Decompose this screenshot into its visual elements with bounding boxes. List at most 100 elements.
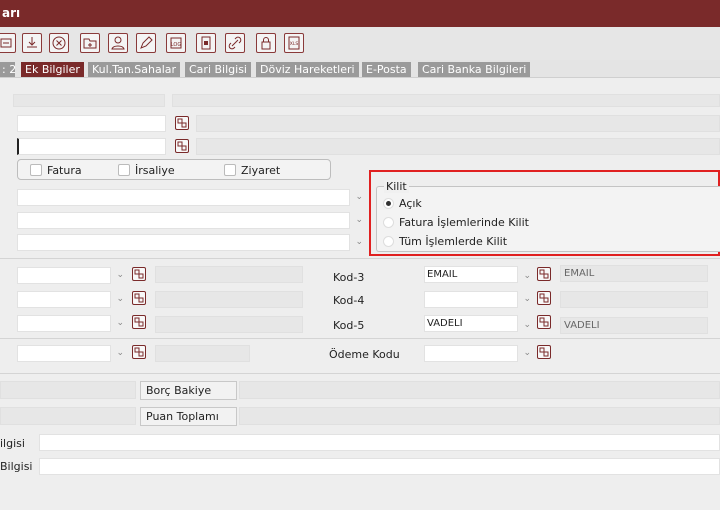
kod-2b-description xyxy=(155,316,303,333)
tab-prev[interactable]: : 2 xyxy=(0,62,16,77)
separator xyxy=(0,373,720,374)
kod-3-dropdown[interactable]: EMAIL ⌄ xyxy=(424,266,531,283)
tab-e-posta[interactable]: E-Posta xyxy=(362,62,411,77)
lookup-icon[interactable] xyxy=(537,315,551,329)
ziyaret-label: Ziyaret xyxy=(241,164,281,177)
toolbar: LOG XLS xyxy=(0,27,720,60)
left-payment-description xyxy=(155,345,250,362)
acik-radio[interactable] xyxy=(383,198,394,209)
chevron-down-icon: ⌄ xyxy=(355,192,363,202)
balance-left-field xyxy=(0,381,136,399)
irsaliye-label: İrsaliye xyxy=(135,164,175,177)
svg-text:LOG: LOG xyxy=(171,42,182,48)
irsaliye-checkbox[interactable] xyxy=(118,164,130,176)
kod-3-label: Kod-3 xyxy=(333,271,365,284)
kod-5-value: VADELI xyxy=(427,318,463,329)
lookup-icon[interactable] xyxy=(175,139,189,153)
chevron-down-icon: ⌄ xyxy=(523,271,531,281)
xls-icon[interactable]: XLS xyxy=(284,33,304,53)
fatura-kilit-label: Fatura İşlemlerinde Kilit xyxy=(399,216,529,229)
lookup-icon[interactable] xyxy=(175,116,189,130)
description-field-2 xyxy=(196,138,720,155)
lookup-icon[interactable] xyxy=(132,315,146,329)
separator xyxy=(0,258,720,259)
description-field-1 xyxy=(196,115,720,132)
fatura-checkbox[interactable] xyxy=(30,164,42,176)
lock-icon[interactable] xyxy=(256,33,276,53)
chevron-down-icon: ⌄ xyxy=(523,348,531,358)
chevron-down-icon: ⌄ xyxy=(116,318,124,328)
ziyaret-checkbox[interactable] xyxy=(224,164,236,176)
tum-kilit-radio[interactable] xyxy=(383,236,394,247)
kod-2-description xyxy=(155,291,303,308)
dropdown-2[interactable]: ⌄ xyxy=(17,212,363,229)
tum-kilit-label: Tüm İşlemlerde Kilit xyxy=(399,235,508,248)
dropdown-3[interactable]: ⌄ xyxy=(17,234,363,251)
chevron-down-icon: ⌄ xyxy=(523,320,531,330)
info-row-2-field[interactable] xyxy=(39,458,720,475)
edit-icon[interactable] xyxy=(136,33,156,53)
tab-doviz-hareketleri[interactable]: Döviz Hareketleri xyxy=(256,62,359,77)
lookup-icon[interactable] xyxy=(537,267,551,281)
chevron-down-icon: ⌄ xyxy=(523,294,531,304)
lookup-icon[interactable] xyxy=(132,345,146,359)
log-icon[interactable]: LOG xyxy=(166,33,186,53)
kod-5-description: VADELI xyxy=(560,317,708,334)
tab-bar: : 2 Ek Bilgiler Kul.Tan.Sahalar Cari Bil… xyxy=(0,60,720,78)
download-icon[interactable] xyxy=(22,33,42,53)
kilit-title: Kilit xyxy=(384,180,409,193)
points-left-field xyxy=(0,407,136,425)
info-row-2-label: Bilgisi xyxy=(0,460,33,473)
chevron-down-icon: ⌄ xyxy=(355,215,363,225)
lookup-icon[interactable] xyxy=(537,291,551,305)
document-type-group: Fatura İrsaliye Ziyaret xyxy=(17,159,331,180)
acik-label: Açık xyxy=(399,197,422,210)
readonly-field-wide xyxy=(172,94,720,107)
chevron-down-icon: ⌄ xyxy=(355,237,363,247)
borc-bakiye-value xyxy=(239,381,720,399)
puan-toplami-button[interactable]: Puan Toplamı xyxy=(140,407,237,426)
tab-cari-bilgisi[interactable]: Cari Bilgisi xyxy=(185,62,251,77)
list-icon[interactable] xyxy=(0,33,16,53)
chevron-down-icon: ⌄ xyxy=(116,270,124,280)
text-field-1[interactable] xyxy=(17,115,166,132)
kod-4-description xyxy=(560,291,708,308)
kod-5-dropdown[interactable]: VADELI ⌄ xyxy=(424,315,531,332)
left-payment-dropdown[interactable]: ⌄ xyxy=(17,345,124,362)
kilit-highlight: Kilit Açık Fatura İşlemlerinde Kilit Tüm… xyxy=(369,170,720,256)
lookup-icon[interactable] xyxy=(132,291,146,305)
info-row-1-label: ilgisi xyxy=(0,437,25,450)
kod-4-dropdown[interactable]: ⌄ xyxy=(424,291,531,308)
kod-1-dropdown[interactable]: ⌄ xyxy=(17,267,124,284)
chevron-down-icon: ⌄ xyxy=(116,294,124,304)
kod-4-label: Kod-4 xyxy=(333,294,365,307)
kod-3-value: EMAIL xyxy=(427,269,458,280)
svg-text:XLS: XLS xyxy=(290,41,299,47)
tab-kul-tan-sahalar[interactable]: Kul.Tan.Sahalar xyxy=(88,62,181,77)
window-title: arı xyxy=(0,0,720,27)
puan-toplami-value xyxy=(239,407,720,425)
fatura-label: Fatura xyxy=(47,164,82,177)
separator xyxy=(0,338,720,339)
kod-5-label: Kod-5 xyxy=(333,319,365,332)
kod-1-description xyxy=(155,266,303,283)
readonly-field xyxy=(13,94,165,107)
kod-2b-dropdown[interactable]: ⌄ xyxy=(17,315,124,332)
lookup-icon[interactable] xyxy=(537,345,551,359)
folder-add-icon[interactable] xyxy=(80,33,100,53)
borc-bakiye-button[interactable]: Borç Bakiye xyxy=(140,381,237,400)
dropdown-1[interactable]: ⌄ xyxy=(17,189,363,206)
tab-cari-banka-bilgileri[interactable]: Cari Banka Bilgileri xyxy=(418,62,531,77)
odeme-kodu-label: Ödeme Kodu xyxy=(329,348,400,361)
user-icon[interactable] xyxy=(108,33,128,53)
cancel-icon[interactable] xyxy=(49,33,69,53)
odeme-kodu-dropdown[interactable]: ⌄ xyxy=(424,345,531,362)
kod-2-dropdown[interactable]: ⌄ xyxy=(17,291,124,308)
document-icon[interactable] xyxy=(196,33,216,53)
tab-ek-bilgiler[interactable]: Ek Bilgiler xyxy=(21,62,84,77)
fatura-kilit-radio[interactable] xyxy=(383,217,394,228)
text-field-2[interactable] xyxy=(17,138,166,155)
info-row-1-field[interactable] xyxy=(39,434,720,451)
lookup-icon[interactable] xyxy=(132,267,146,281)
link-icon[interactable] xyxy=(225,33,245,53)
